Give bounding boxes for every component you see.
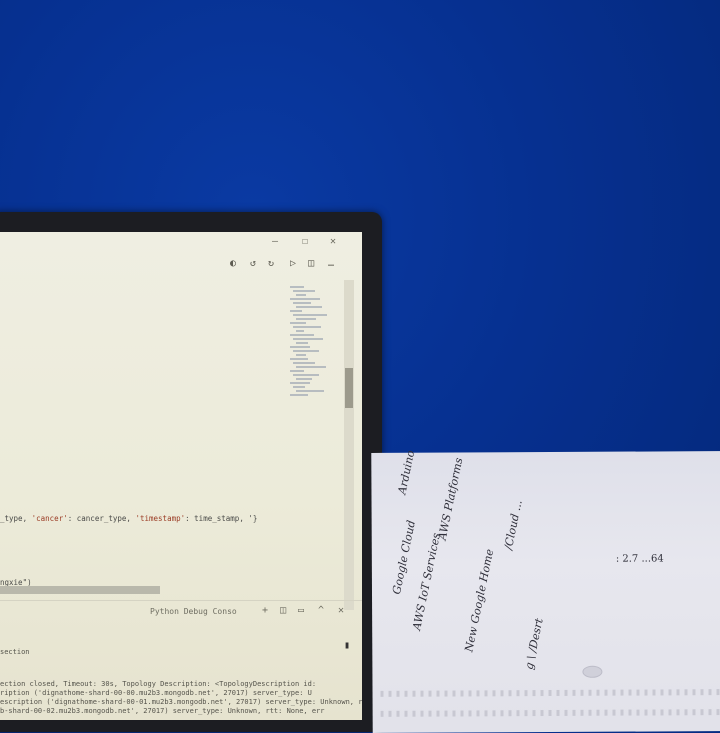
minimap-line: [296, 342, 308, 344]
add-terminal-icon[interactable]: +: [262, 605, 268, 616]
minimap-line: [290, 298, 320, 300]
split-editor-icon[interactable]: ◫: [308, 258, 314, 269]
scroll-thumb[interactable]: [345, 368, 353, 408]
photo-scene: — ☐ ✕ ◐ ↺ ↻ ▷ ◫ … _type, 'cancer': cance…: [0, 0, 720, 733]
punch-hole: [582, 665, 603, 678]
perforation: [380, 709, 720, 717]
string-literal: 'timestamp': [135, 514, 186, 523]
handwriting-line: AWS Platforms: [435, 456, 466, 542]
go-back-icon[interactable]: ↺: [250, 258, 256, 269]
minimap-line: [296, 330, 304, 332]
minimap-line: [293, 302, 311, 304]
minimap-line: [290, 334, 314, 336]
minimap-line: [290, 370, 304, 372]
minimap[interactable]: [286, 280, 344, 610]
terminal-output[interactable]: section ection closed, Timeout: 30s, Top…: [0, 626, 362, 720]
minimap-line: [290, 382, 310, 384]
go-forward-icon[interactable]: ↻: [268, 258, 274, 269]
minimap-line: [293, 386, 305, 388]
panel-header: Python Debug Conso + ◫ ▭ ^ ✕: [0, 600, 362, 625]
handwriting-line: Google Cloud: [390, 519, 418, 596]
minimap-line: [293, 374, 319, 376]
handwriting-line: AWS IoT Services: [410, 531, 443, 632]
minimap-line: [296, 306, 322, 308]
minimap-line: [296, 354, 306, 356]
minimap-line: [290, 286, 304, 288]
minimap-line: [293, 290, 315, 292]
terminal-line: section: [0, 648, 30, 656]
terminal-line: escription ('dignathome-shard-00-01.mu2b…: [0, 698, 362, 706]
minimap-line: [290, 358, 308, 360]
maximize-panel-icon[interactable]: ^: [318, 605, 324, 616]
minimap-line: [293, 326, 321, 328]
debug-console-tab[interactable]: Python Debug Conso: [150, 607, 237, 616]
more-actions-icon[interactable]: …: [328, 258, 334, 269]
minimize-icon[interactable]: —: [272, 236, 278, 247]
compare-icon[interactable]: ◐: [230, 258, 236, 269]
minimap-line: [293, 314, 327, 316]
handwriting-line: Arduino: [395, 449, 418, 496]
minimap-line: [296, 294, 306, 296]
terminal-cursor: ▮: [344, 640, 351, 651]
run-icon[interactable]: ▷: [290, 258, 296, 269]
handwriting-line: New Google Home: [462, 547, 497, 654]
maximize-icon[interactable]: ☐: [302, 236, 308, 247]
minimap-line: [296, 390, 324, 392]
close-icon[interactable]: ✕: [330, 236, 336, 247]
code-editor[interactable]: _type, 'cancer': cancer_type, 'timestamp…: [0, 280, 286, 587]
minimap-line: [293, 338, 323, 340]
handwriting-line: /Cloud ...: [501, 498, 525, 551]
minimap-line: [290, 394, 308, 396]
minimap-line: [293, 362, 315, 364]
minimap-line: [293, 350, 319, 352]
code-token: _type,: [0, 514, 32, 523]
horizontal-scrollbar[interactable]: [0, 586, 160, 594]
split-terminal-icon[interactable]: ◫: [280, 605, 286, 616]
minimap-line: [296, 366, 326, 368]
minimap-line: [290, 322, 306, 324]
string-literal: 'cancer': [31, 514, 68, 523]
terminal-line: ection closed, Timeout: 30s, Topology De…: [0, 680, 317, 688]
minimap-line: [296, 318, 316, 320]
laptop-screen: — ☐ ✕ ◐ ↺ ↻ ▷ ◫ … _type, 'cancer': cance…: [0, 232, 362, 720]
code-line: _type, 'cancer': cancer_type, 'timestamp…: [0, 514, 257, 523]
window-titlebar: — ☐ ✕: [0, 232, 362, 252]
minimap-line: [290, 346, 310, 348]
terminal-line: b-shard-00-02.mu2b3.mongodb.net', 27017)…: [0, 707, 325, 715]
notebook-page: Google Cloud AWS IoT Services New Google…: [371, 449, 720, 733]
minimap-line: [296, 378, 312, 380]
editor-toolbar: ◐ ↺ ↻ ▷ ◫ …: [0, 254, 362, 278]
trash-icon[interactable]: ▭: [298, 605, 304, 616]
vertical-scrollbar[interactable]: [344, 280, 354, 610]
close-panel-icon[interactable]: ✕: [338, 605, 344, 616]
handwritten-number: : 2.7 ...64: [615, 553, 664, 565]
code-token: : time_stamp, '}: [185, 514, 258, 523]
perforation: [380, 689, 720, 697]
code-token: : cancer_type,: [67, 514, 136, 523]
handwriting-line: g \ /Desrt: [522, 617, 546, 671]
minimap-line: [290, 310, 302, 312]
terminal-line: ription ('dignathome-shard-00-00.mu2b3.m…: [0, 689, 312, 697]
